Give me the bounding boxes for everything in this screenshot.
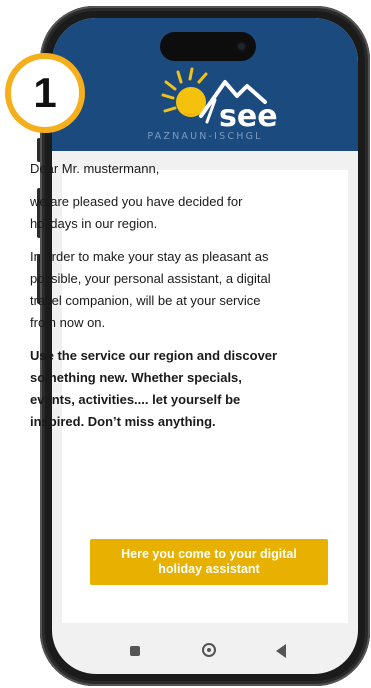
recents-icon[interactable] <box>130 646 140 656</box>
home-icon[interactable] <box>202 643 216 657</box>
digital-assistant-button-label: Here you come to your digital holiday as… <box>121 547 297 576</box>
camera-icon <box>236 41 247 52</box>
brand-logo: see <box>161 67 278 132</box>
dynamic-island <box>160 32 256 61</box>
brand-header: see PAZNAUN-ISCHGL <box>52 18 358 151</box>
sun-icon <box>161 67 208 117</box>
back-icon[interactable] <box>276 644 286 658</box>
message-highlight: Use the service our region and discover … <box>30 348 278 429</box>
brand-subtitle: PAZNAUN-ISCHGL <box>147 131 263 142</box>
logo-word: see <box>219 99 278 132</box>
step-number-badge: 1 <box>5 53 85 133</box>
greeting: Dear Mr. mustermann, <box>30 161 160 176</box>
digital-assistant-button[interactable]: Here you come to your digital holiday as… <box>90 539 328 585</box>
android-nav-bar <box>52 638 358 674</box>
message-paragraph: we are pleased you have decided for holi… <box>30 194 243 231</box>
message-paragraph: In order to make your stay as pleasant a… <box>30 249 271 330</box>
welcome-message: Dear Mr. mustermann, we are pleased you … <box>30 158 288 444</box>
